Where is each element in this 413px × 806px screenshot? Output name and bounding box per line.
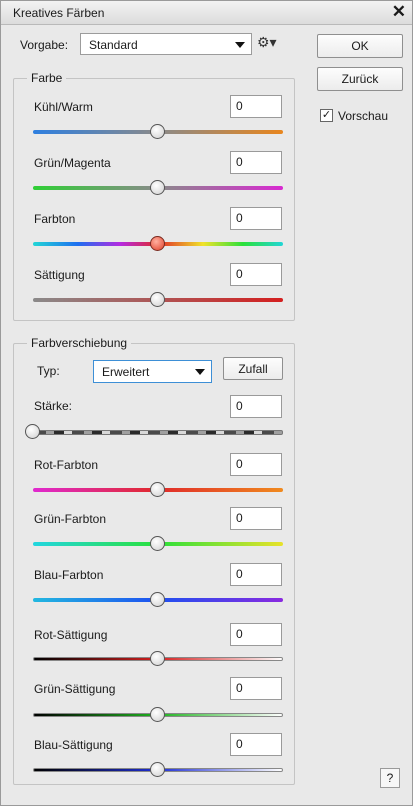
creative-colors-dialog: Kreatives Färben ✕ Vorgabe: Standard ⚙▾ … (0, 0, 413, 806)
saturation-slider-thumb[interactable] (150, 292, 165, 307)
blue-saturation-slider-thumb[interactable] (150, 762, 165, 777)
type-value: Erweitert (102, 365, 150, 379)
red-hue-slider-thumb[interactable] (150, 482, 165, 497)
red-hue-input[interactable]: 0 (230, 453, 282, 476)
help-button[interactable]: ? (380, 768, 400, 788)
cool-warm-input[interactable]: 0 (230, 95, 282, 118)
color-group-title: Farbe (27, 71, 67, 85)
back-button[interactable]: Zurück (317, 67, 403, 91)
window-title: Kreatives Färben (13, 6, 105, 20)
strength-slider-thumb[interactable] (25, 424, 40, 439)
strength-label: Stärke: (34, 399, 73, 413)
preview-checkbox[interactable]: ✓ (320, 109, 333, 122)
green-hue-input[interactable]: 0 (230, 507, 282, 530)
blue-hue-slider-thumb[interactable] (150, 592, 165, 607)
red-saturation-label: Rot-Sättigung (34, 628, 108, 642)
green-saturation-input[interactable]: 0 (230, 677, 282, 700)
random-button[interactable]: Zufall (223, 357, 283, 380)
green-hue-label: Grün-Farbton (34, 512, 107, 526)
red-saturation-slider-thumb[interactable] (150, 651, 165, 666)
title-bar: Kreatives Färben ✕ (1, 1, 412, 25)
green-saturation-label: Grün-Sättigung (34, 682, 116, 696)
ok-button[interactable]: OK (317, 34, 403, 58)
chevron-down-icon (195, 369, 205, 375)
type-select[interactable]: Erweitert (93, 360, 212, 383)
green-saturation-slider-thumb[interactable] (150, 707, 165, 722)
saturation-input[interactable]: 0 (230, 263, 282, 286)
red-saturation-input[interactable]: 0 (230, 623, 282, 646)
saturation-label: Sättigung (34, 268, 85, 282)
chevron-down-icon (235, 42, 245, 48)
hue-slider-thumb[interactable] (150, 236, 165, 251)
type-label: Typ: (37, 364, 60, 378)
green-magenta-slider-thumb[interactable] (150, 180, 165, 195)
checkmark-icon: ✓ (321, 109, 332, 121)
red-hue-label: Rot-Farbton (34, 458, 99, 472)
hue-input[interactable]: 0 (230, 207, 282, 230)
blue-hue-label: Blau-Farbton (34, 568, 104, 582)
blue-saturation-label: Blau-Sättigung (34, 738, 113, 752)
gear-icon[interactable]: ⚙▾ (257, 34, 277, 51)
preview-label: Vorschau (338, 109, 389, 123)
green-magenta-label: Grün/Magenta (34, 156, 111, 170)
cool-warm-slider-thumb[interactable] (150, 124, 165, 139)
strength-slider-track[interactable] (33, 430, 283, 435)
preset-value: Standard (89, 38, 138, 52)
hue-label: Farbton (34, 212, 76, 226)
color-shift-group-title: Farbverschiebung (27, 336, 132, 350)
strength-input[interactable]: 0 (230, 395, 282, 418)
green-magenta-input[interactable]: 0 (230, 151, 282, 174)
blue-saturation-input[interactable]: 0 (230, 733, 282, 756)
close-icon[interactable]: ✕ (392, 2, 406, 22)
preset-label: Vorgabe: (20, 38, 69, 52)
green-hue-slider-thumb[interactable] (150, 536, 165, 551)
blue-hue-input[interactable]: 0 (230, 563, 282, 586)
preset-select[interactable]: Standard (80, 33, 252, 55)
cool-warm-label: Kühl/Warm (34, 100, 93, 114)
